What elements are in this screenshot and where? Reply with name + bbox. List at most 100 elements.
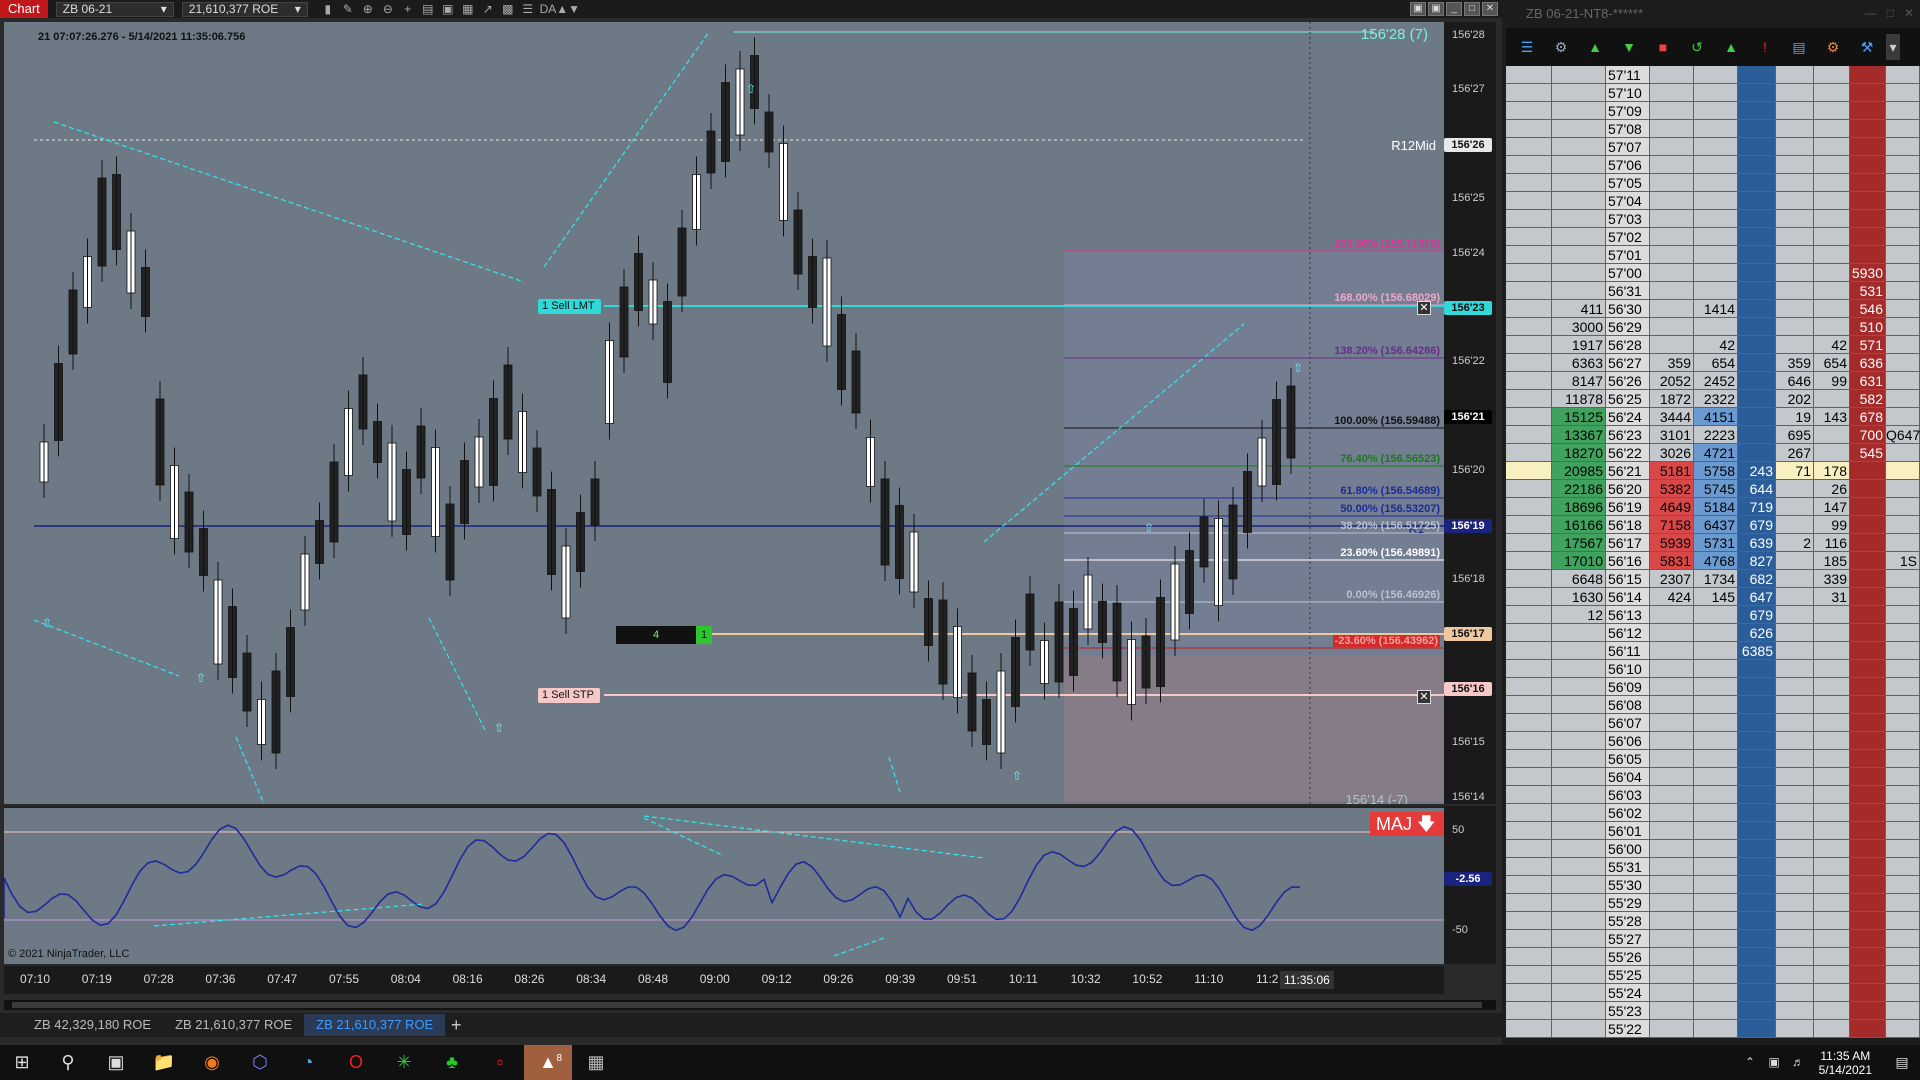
ladder-cell-bid[interactable] [1738,678,1776,696]
ladder-cell-ask[interactable] [1850,894,1886,912]
ninjatrader-icon[interactable]: ✳ [380,1045,428,1080]
ladder-row[interactable]: 56'09 [1506,678,1920,696]
ladder-cell-bid[interactable] [1738,120,1776,138]
sell-icon[interactable]: ▼ [1614,34,1644,60]
data-series-icon[interactable]: ▦ [458,1,478,17]
ladder-row[interactable]: 55'24 [1506,984,1920,1002]
price-ladder[interactable]: 57'11 57'10 57'09 57'08 57'07 57'06 57'05 57'04… [1506,66,1920,1040]
ladder-cell-p[interactable]: 57'04 [1606,192,1650,210]
ladder-cell-ask[interactable] [1850,660,1886,678]
time-axis[interactable]: 07:10 07:19 07:28 07:36 07:47 07:55 08:04 08:16… [4,966,1444,994]
ladder-cell-p[interactable]: 56'16 [1606,552,1650,570]
task-view-icon[interactable]: ▣ [92,1045,140,1080]
ladder-cell-bid[interactable]: 719 [1738,498,1776,516]
ladder-cell-p[interactable]: 56'27 [1606,354,1650,372]
ladder-row[interactable]: 56'01 [1506,822,1920,840]
ladder-cell-ask[interactable]: 510 [1850,318,1886,336]
ladder-cell-p[interactable]: 56'02 [1606,804,1650,822]
ladder-cell-p[interactable]: 56'15 [1606,570,1650,588]
ladder-cell-bid[interactable] [1738,66,1776,84]
ladder-cell-ask[interactable] [1850,192,1886,210]
ladder-cell-p[interactable]: 57'10 [1606,84,1650,102]
ladder-cell-ask[interactable] [1850,534,1886,552]
cancel-stp-button[interactable]: ✕ [1417,690,1431,704]
ladder-cell-p[interactable]: 56'18 [1606,516,1650,534]
ladder-cell-p[interactable]: 55'26 [1606,948,1650,966]
sell-lmt-order[interactable]: 1 Sell LMT [538,299,601,314]
ladder-cell-bid[interactable] [1738,210,1776,228]
ladder-cell-bid[interactable] [1738,984,1776,1002]
ladder-row[interactable]: 57'04 [1506,192,1920,210]
ladder-cell-bid[interactable] [1738,894,1776,912]
windows-start-icon[interactable]: ⊞ [0,1045,44,1080]
ladder-cell-bid[interactable] [1738,966,1776,984]
ladder-cell-p[interactable]: 57'03 [1606,210,1650,228]
ladder-cell-ask[interactable] [1850,624,1886,642]
ladder-cell-ask[interactable]: 545 [1850,444,1886,462]
position-marker[interactable]: 4 1 [616,626,712,644]
ladder-cell-p[interactable]: 56'10 [1606,660,1650,678]
ladder-cell-ask[interactable] [1850,462,1886,480]
ladder-row[interactable]: 56'02 [1506,804,1920,822]
ladder-cell-ask[interactable] [1850,858,1886,876]
sell-stp-order[interactable]: 1 Sell STP [538,688,600,703]
notifications-icon[interactable]: ▤ [1884,1045,1920,1080]
ladder-row[interactable]: 56'11 6385 [1506,642,1920,660]
ladder-cell-p[interactable]: 56'26 [1606,372,1650,390]
ladder-cell-ask[interactable] [1850,948,1886,966]
ladder-row[interactable]: 17010 56'16 5831 4768 827 185 1S [1506,552,1920,570]
ladder-cell-bid[interactable] [1738,426,1776,444]
ladder-cell-bid[interactable]: 682 [1738,570,1776,588]
ladder-row[interactable]: 55'31 [1506,858,1920,876]
ladder-cell-p[interactable]: 57'07 [1606,138,1650,156]
ladder-cell-p[interactable]: 56'23 [1606,426,1650,444]
ladder-row[interactable]: 16166 56'18 7158 6437 679 99 [1506,516,1920,534]
ladder-cell-bid[interactable] [1738,228,1776,246]
ladder-cell-bid[interactable] [1738,300,1776,318]
ladder-cell-bid[interactable] [1738,822,1776,840]
ladder-cell-p[interactable]: 57'01 [1606,246,1650,264]
ladder-cell-ask[interactable] [1850,732,1886,750]
ladder-cell-ask[interactable] [1850,174,1886,192]
ladder-cell-p[interactable]: 55'28 [1606,912,1650,930]
ladder-cell-p[interactable]: 56'04 [1606,768,1650,786]
ladder-cell-p[interactable]: 56'09 [1606,678,1650,696]
ladder-cell-ask[interactable]: 700 [1850,426,1886,444]
wrench-icon[interactable]: ⚒ [1852,34,1882,60]
ladder-cell-bid[interactable] [1738,768,1776,786]
ladder-cell-p[interactable]: 56'01 [1606,822,1650,840]
ladder-cell-ask[interactable] [1850,210,1886,228]
ladder-cell-bid[interactable] [1738,858,1776,876]
network-icon[interactable]: ▣ [1762,1045,1786,1080]
calculator-icon[interactable]: ▦ [572,1045,620,1080]
ladder-row[interactable]: 15125 56'24 3444 4151 19 143 678 [1506,408,1920,426]
da-button[interactable]: DA▲▼ [538,1,582,17]
turtle-icon[interactable]: ♣ [428,1045,476,1080]
ladder-row[interactable]: 57'07 [1506,138,1920,156]
app-hex-icon[interactable]: ⬡ [236,1045,284,1080]
ladder-cell-p[interactable]: 56'00 [1606,840,1650,858]
ladder-cell-ask[interactable] [1850,66,1886,84]
ladder-row[interactable]: 55'25 [1506,966,1920,984]
ladder-cell-bid[interactable]: 827 [1738,552,1776,570]
opera-icon[interactable]: O [332,1045,380,1080]
ladder-cell-ask[interactable] [1850,966,1886,984]
close-icon[interactable]: ✕ [1904,6,1914,20]
firefox-icon[interactable]: ◉ [188,1045,236,1080]
strategy-icon[interactable]: ⚙ [1818,34,1848,60]
ladder-cell-p[interactable]: 55'27 [1606,930,1650,948]
ladder-row[interactable]: 411 56'30 1414 546 [1506,300,1920,318]
ladder-row[interactable]: 56'05 [1506,750,1920,768]
ladder-cell-ask[interactable] [1850,102,1886,120]
ladder-cell-p[interactable]: 57'02 [1606,228,1650,246]
file-explorer-icon[interactable]: 📁 [140,1045,188,1080]
ladder-row[interactable]: 3000 56'29 510 [1506,318,1920,336]
ladder-cell-p[interactable]: 56'07 [1606,714,1650,732]
ladder-cell-p[interactable]: 56'13 [1606,606,1650,624]
ladder-cell-ask[interactable] [1850,984,1886,1002]
horizontal-scrollbar[interactable] [4,1000,1496,1010]
strategies-icon[interactable]: ▩ [498,1,518,17]
ladder-row[interactable]: 56'03 [1506,786,1920,804]
ladder-row[interactable]: 57'08 [1506,120,1920,138]
ladder-row[interactable]: 13367 56'23 3101 2223 695 700 Q647 [1506,426,1920,444]
